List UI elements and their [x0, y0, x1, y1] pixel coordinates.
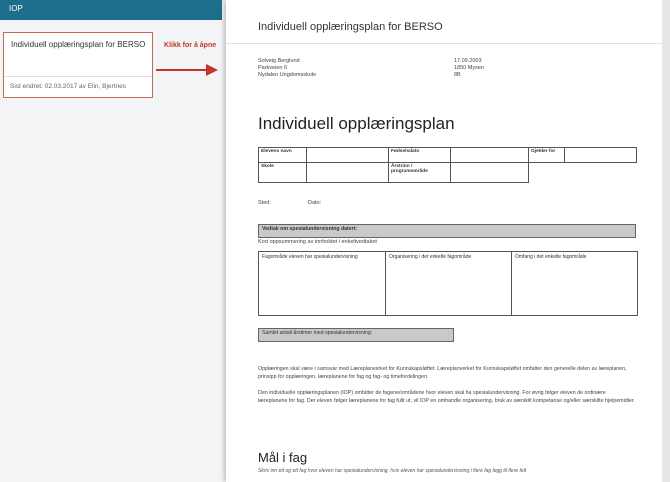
document-card-footer: Sist endret: 02.03.2017 av Elin, Bjertne…: [10, 83, 126, 90]
vedtak-bar: Vedtak om spesialundervisning datert:: [258, 224, 636, 238]
paragraph-iop: Den individuelle opplæringsplanen (IOP) …: [258, 390, 635, 404]
student-details: 17.09.2003 1850 Mysen 8B: [454, 58, 484, 79]
total-hours-bar: Samlet antall årstimer med spesialunderv…: [258, 328, 454, 342]
label-gjelder-for: Gjelder for: [528, 147, 565, 163]
student-postcode: 1850 Mysen: [454, 65, 484, 71]
preview-scrollbar[interactable]: [662, 0, 670, 482]
preview-header: Individuell opplæringsplan for BERSO: [226, 0, 662, 44]
label-elevens-navn: Elevens navn: [258, 147, 307, 163]
paragraph-intro: Opplæringen skal være i samsvar med Lære…: [258, 366, 627, 380]
document-preview[interactable]: Individuell opplæringsplan for BERSO Sol…: [226, 0, 662, 482]
value-elevens-navn: [306, 147, 389, 163]
vedtak-summary-label: Kort oppsummering av innholdet i enkeltv…: [258, 239, 377, 245]
app-header: IOP: [0, 0, 222, 20]
value-fodselsdato: [450, 147, 529, 163]
label-fodselsdato: Fødselsdato: [388, 147, 451, 163]
student-class: 8B: [454, 72, 461, 78]
col-organisering: Organisering i det enkelte fagområde: [385, 251, 512, 316]
label-arstrinn: Årstrinn / programområde: [388, 162, 451, 183]
student-school: Nydalen Ungdomsskole: [258, 72, 317, 78]
col-omfang: Omfang i det enkelte fagområde: [511, 251, 638, 316]
value-arstrinn: [450, 162, 529, 183]
value-skole: [306, 162, 389, 183]
card-divider: [4, 76, 152, 77]
subject-table: Fagområde eleven har spesialundervisning…: [258, 251, 638, 316]
section-title-maal: Mål i fag: [258, 450, 308, 465]
place-label: Sted:: [258, 200, 271, 206]
label-skole: Skole: [258, 162, 307, 183]
document-heading: Individuell opplæringsplan: [258, 114, 455, 133]
value-gjelder-for: [564, 147, 637, 163]
document-card-title: Individuell opplæringsplan for BERSO: [11, 40, 146, 49]
student-address: Solveig Berglund Parkveien 6 Nydalen Ung…: [258, 58, 316, 79]
student-birthdate: 17.09.2003: [454, 58, 482, 64]
section-subtitle: Skriv inn ett og ett fag hvor eleven har…: [258, 468, 527, 474]
preview-title: Individuell opplæringsplan for BERSO: [258, 21, 443, 33]
app-title: IOP: [9, 4, 23, 13]
student-street: Parkveien 6: [258, 65, 288, 71]
document-card[interactable]: Individuell opplæringsplan for BERSO Sis…: [3, 32, 153, 98]
click-to-open-hint: Klikk for å åpne: [164, 42, 217, 49]
col-fagomrade: Fagområde eleven har spesialundervisning: [258, 251, 386, 316]
arrow-right-icon: [156, 64, 218, 76]
student-info-table: Elevens navn Fødselsdato Gjelder for Sko…: [258, 147, 637, 183]
student-name: Solveig Berglund: [258, 58, 300, 64]
date-label: Dato:: [308, 200, 322, 206]
